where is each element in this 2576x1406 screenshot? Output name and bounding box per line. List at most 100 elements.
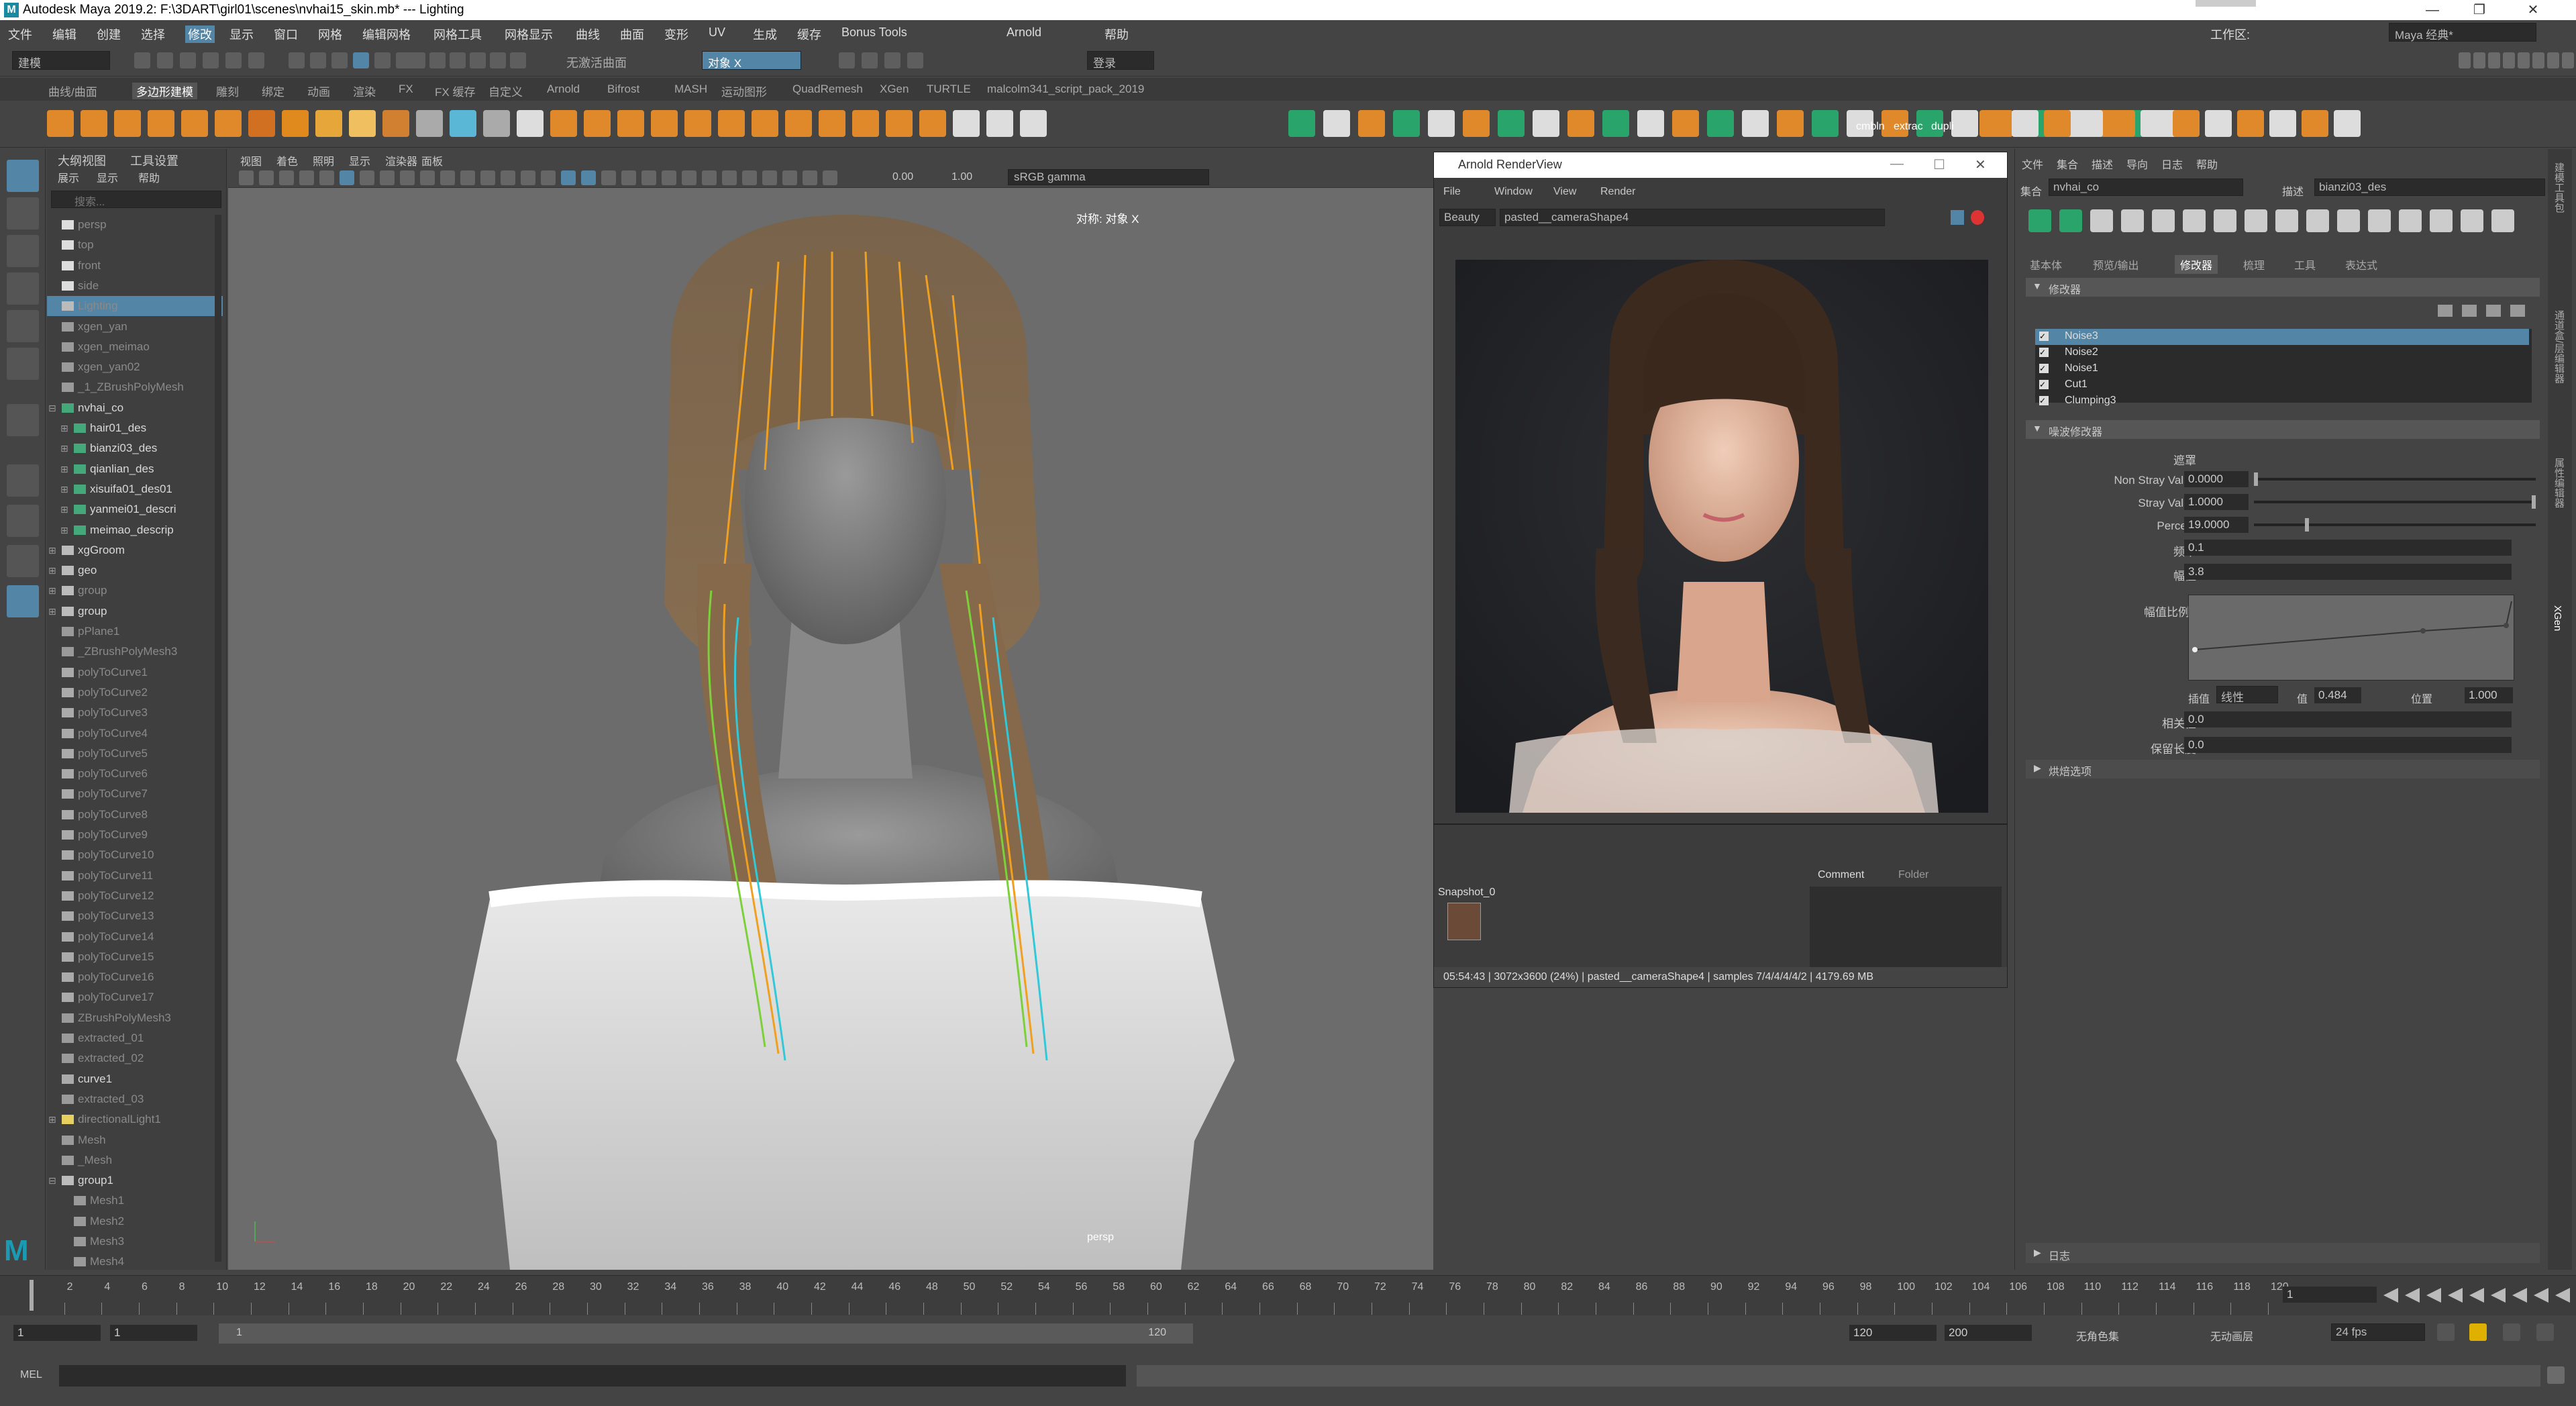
xgen-tool-icon[interactable] [2306,209,2329,232]
shelf-tool-icon[interactable] [315,110,342,137]
menu-item-14[interactable]: UV [709,26,725,40]
last-tool-icon[interactable] [7,404,39,436]
playback-control-icon[interactable] [2491,1288,2506,1303]
status-tool-icon[interactable] [353,52,369,68]
menu-item-6[interactable]: 窗口 [274,26,298,43]
outliner-item[interactable]: Mesh2 [47,1211,223,1232]
outliner-item[interactable]: polyToCurve7 [47,784,223,804]
shelf-tool-icon[interactable] [450,110,476,137]
workspace-dropdown[interactable]: Maya 经典* [2389,23,2536,42]
outliner-item[interactable]: polyToCurve14 [47,927,223,947]
viewport-menu-5[interactable]: 面板 [421,152,443,168]
colorspace-dropdown[interactable]: sRGB gamma [1008,169,1209,185]
modifier-item[interactable]: ✓ Noise1 [2035,361,2529,377]
menu-item-12[interactable]: 曲面 [620,26,644,43]
outliner-search[interactable]: 搜索... [51,191,221,208]
outliner-item[interactable]: ⊞ directionalLight1 [47,1109,223,1129]
outliner-item[interactable]: pPlane1 [47,621,223,642]
side-tab-2[interactable]: 属性编辑器 [2552,458,2566,508]
render-button-icon[interactable] [1951,210,1964,225]
correlation-field[interactable]: 0.0 [2184,711,2512,727]
sign-in-button[interactable]: 登录 [1087,51,1154,70]
outliner-item[interactable]: Mesh3 [47,1232,223,1252]
playback-control-icon[interactable] [2469,1288,2484,1303]
outliner-item[interactable]: xgen_meimao [47,337,223,357]
expand-icon[interactable]: ⊞ [48,581,56,601]
outliner-item[interactable]: _1_ZBrushPolyMesh [47,377,223,397]
shelf-tool-icon[interactable] [382,110,409,137]
xgen-tab-0[interactable]: 基本体 [2024,255,2067,274]
outliner-item[interactable]: polyToCurve6 [47,764,223,784]
status-tool-icon[interactable] [490,52,506,68]
viewport-tool-icon[interactable] [823,170,837,185]
modifier-item[interactable]: ✓ Noise2 [2035,345,2529,361]
settings-icon[interactable] [2536,1323,2554,1341]
shelf-tab-7[interactable]: FX 缓存 [435,83,475,99]
shelf-tool-icon[interactable] [986,110,1013,137]
side-tab-1[interactable]: 通道盒/层编辑器 [2552,310,2566,383]
xgen-menu-0[interactable]: 文件 [2022,156,2043,172]
xgen-menu-2[interactable]: 描述 [2092,156,2113,172]
renderview-menu-2[interactable]: View [1553,186,1576,198]
playback-control-icon[interactable] [2405,1288,2420,1303]
viewport-menu-0[interactable]: 视图 [240,152,262,168]
noise-modifier-header[interactable]: ▼ 噪波修改器 [2026,420,2540,439]
xgen-tool-icon[interactable] [2461,209,2483,232]
shelf-tab-13[interactable]: QuadRemesh [792,83,863,96]
expand-icon[interactable]: ⊞ [48,601,56,621]
outliner-item[interactable]: Mesh [47,1130,223,1150]
modifier-list[interactable]: ✓ Noise3 ✓ Noise2 ✓ Noise1 ✓ Cut1 ✓ Clumping3 [2035,329,2532,406]
position-field[interactable]: 1.000 [2465,687,2513,703]
amplitude-field[interactable]: 3.8 [2184,564,2512,580]
renderview-minimize-icon[interactable]: — [1890,156,1904,172]
end-time-field[interactable]: 200 [1945,1325,2032,1341]
expand-icon[interactable]: ⊟ [48,1170,56,1191]
shelf-tool-icon[interactable] [852,110,879,137]
modifier-item[interactable]: ✓ Clumping3 [2035,393,2529,409]
viewport-tool-icon[interactable] [621,170,636,185]
current-frame-field[interactable]: 1 [2283,1287,2377,1303]
restore-icon[interactable]: ❐ [2456,0,2503,20]
move-tool-icon[interactable] [7,272,39,305]
viewport-tool-icon[interactable] [360,170,374,185]
shelf-tool-icon[interactable] [1358,110,1385,137]
shelf-tool-icon[interactable] [2205,110,2232,137]
shelf-tool-icon[interactable] [1498,110,1525,137]
checkbox-icon[interactable]: ✓ [2039,364,2049,373]
renderview-menu-3[interactable]: Render [1600,186,1635,198]
viewport-tool-icon[interactable] [480,170,495,185]
xgen-menu-4[interactable]: 日志 [2161,156,2183,172]
menu-item-19[interactable]: 帮助 [1104,26,1129,43]
gamma-field[interactable]: 1.00 [951,171,972,183]
shelf-tab-2[interactable]: 雕刻 [216,83,239,99]
shelf-tool-icon[interactable] [953,110,980,137]
viewport-menu-4[interactable]: 渲染器 [385,152,417,168]
shelf-tool-icon[interactable] [1323,110,1350,137]
loop-icon[interactable] [2437,1323,2455,1341]
viewport-tool-icon[interactable] [420,170,435,185]
xgen-tool-icon[interactable] [2245,209,2267,232]
viewport-tool-icon[interactable] [440,170,455,185]
shelf-tab-4[interactable]: 动画 [307,83,330,99]
menu-item-0[interactable]: 文件 [8,26,32,43]
outliner-item[interactable]: ZBrushPolyMesh3 [47,1008,223,1028]
cmbln-button[interactable]: cmbln [1856,121,1885,133]
viewport-tool-icon[interactable] [782,170,797,185]
minimize-icon[interactable]: — [2409,0,2456,20]
expand-icon[interactable]: ⊞ [60,499,68,519]
shelf-tool-icon[interactable] [1979,110,2006,137]
viewport-tool-icon[interactable] [279,170,294,185]
xgen-menu-5[interactable]: 帮助 [2196,156,2218,172]
close-icon[interactable]: ✕ [2510,0,2557,20]
checkbox-icon[interactable]: ✓ [2039,380,2049,389]
shelf-tool-icon[interactable] [215,110,242,137]
menu-item-7[interactable]: 网格 [318,26,342,43]
outliner-item[interactable]: ⊞ xisuifa01_des01 [47,479,223,499]
outliner-item[interactable]: Mesh1 [47,1191,223,1211]
status-tool-icon[interactable] [429,52,446,68]
shelf-tab-15[interactable]: TURTLE [927,83,971,96]
expand-icon[interactable]: ⊞ [48,540,56,560]
shelf-tab-0[interactable]: 曲线/曲面 [48,83,97,99]
xgen-tab-2[interactable]: 修改器 [2175,255,2218,274]
command-input[interactable] [59,1365,1126,1387]
